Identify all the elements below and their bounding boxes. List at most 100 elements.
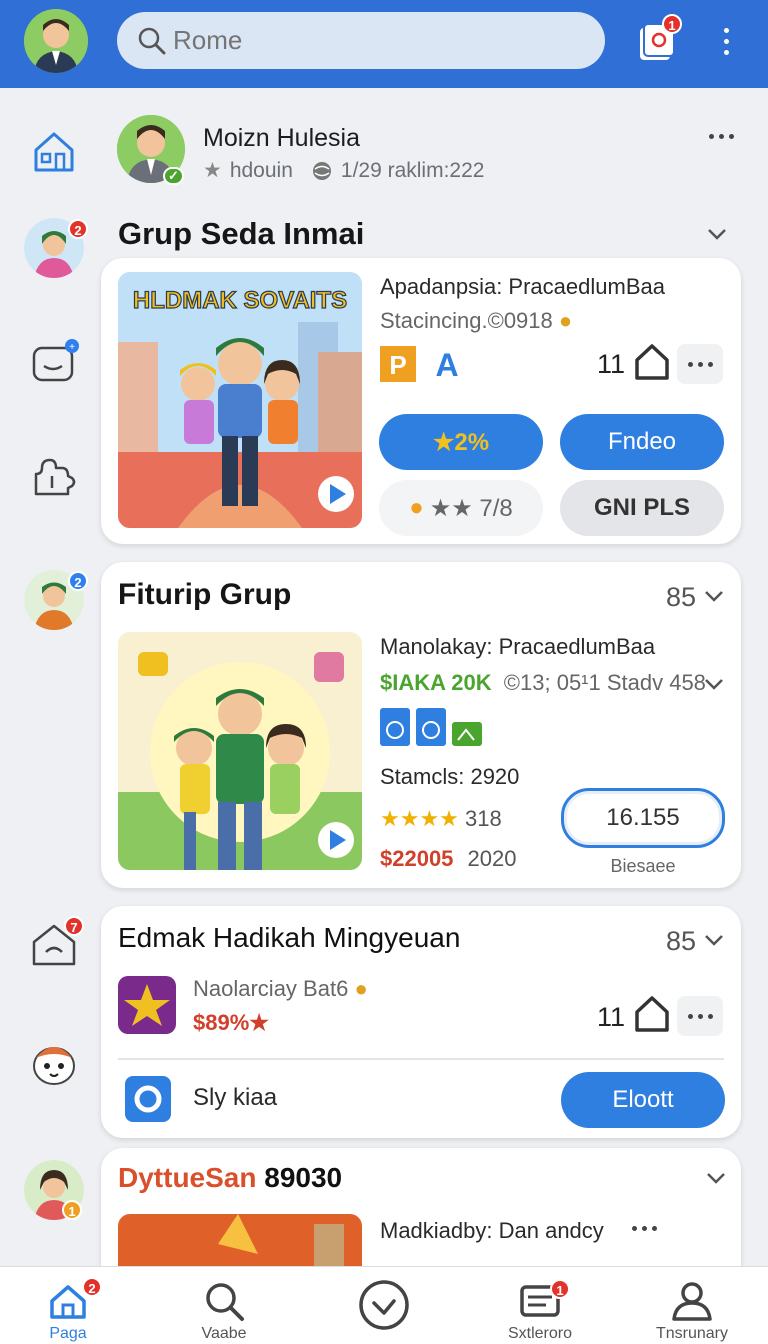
svg-text:A: A — [435, 347, 458, 382]
rail-badge-3: 7 — [64, 916, 84, 936]
bottom-nav: 2 Paga Vaabe 1 Sxtleroro Tnsrunary — [0, 1266, 768, 1344]
post-line-2: Stacincing.©0918 ● — [380, 308, 573, 333]
svg-text:P: P — [389, 350, 406, 380]
section-count-2: 85 — [666, 582, 697, 612]
rail-chat[interactable]: + — [24, 334, 84, 394]
rating-summary-button[interactable]: ● ★★ 7/8 — [379, 480, 543, 536]
nav-label: Paga — [49, 1325, 87, 1342]
post-line-1: Apadanpsia: PracaedlumBaa — [380, 274, 665, 299]
pet-face-icon — [33, 1047, 75, 1085]
nav-home[interactable]: 2 Paga — [8, 1267, 128, 1344]
tag-icons — [380, 708, 482, 746]
globe-icon — [312, 161, 331, 180]
chevron-down-icon[interactable] — [704, 1166, 728, 1190]
rail-badge-1: 2 — [68, 219, 88, 239]
post-card-1: HLDMAK SOVAITS Apadanpsia: PracaedlumBaa… — [101, 258, 741, 544]
post-price-red: $22005 2020 — [380, 846, 517, 871]
rail-home[interactable] — [24, 122, 84, 182]
profile-more-button[interactable] — [706, 126, 736, 146]
price-green: $IAKA 20K — [380, 670, 492, 695]
nav-search[interactable]: Vaabe — [164, 1267, 284, 1344]
user-avatar[interactable] — [24, 9, 88, 73]
profile-meta: ★ hdouin 1/29 raklim:222 — [203, 158, 484, 183]
post-line-1: Naolarciay Bat6 ● — [193, 976, 368, 1001]
notifications-button[interactable]: 1 — [636, 14, 682, 64]
profile-stats: 1/29 raklim:222 — [340, 158, 485, 182]
nav-badge: 1 — [550, 1279, 570, 1299]
nav-label: Vaabe — [201, 1325, 247, 1342]
divider — [118, 1058, 724, 1060]
tag-green-icon — [452, 722, 482, 746]
chevron-down-icon[interactable] — [702, 672, 726, 696]
post-card-3: Edmak Hadikah Mingyeuan 85 Naolarciay Ba… — [101, 906, 741, 1138]
section-count-3: 85 — [666, 926, 697, 956]
post-price-line: $IAKA 20K ©13; 05¹1 Stadv 458 — [380, 670, 706, 695]
search-input[interactable] — [173, 25, 573, 56]
person-icon — [672, 1282, 712, 1321]
find-button[interactable]: Fndeo — [560, 414, 724, 470]
more-button[interactable] — [677, 344, 723, 384]
section-title-3: Edmak Hadikah Mingyeuan — [118, 922, 461, 953]
value-button[interactable]: 16.155 — [561, 788, 725, 848]
p-badge-icon: P — [380, 346, 416, 382]
notification-badge: 1 — [662, 14, 682, 34]
home-outline-icon[interactable] — [633, 342, 671, 382]
post-thumbnail-1[interactable]: HLDMAK SOVAITS — [118, 272, 362, 528]
post-card-2: Fiturip Grup 85 Manolakay: PracaedlumBaa… — [101, 562, 741, 888]
star-icon: ★ — [203, 159, 222, 182]
elect-button[interactable]: Eloott — [561, 1072, 725, 1128]
nav-check[interactable] — [324, 1267, 444, 1344]
rail-badge-2: 2 — [68, 571, 88, 591]
section-title-2: Fiturip Grup — [118, 578, 292, 611]
nav-badge: 2 — [82, 1277, 102, 1297]
post-thumbnail-2[interactable] — [118, 632, 362, 870]
section-title-1: Grup Seda Inmai — [118, 216, 365, 251]
app-small-icon[interactable] — [125, 1076, 173, 1122]
puzzle-icon — [34, 458, 76, 496]
gni-button[interactable]: GNI PLS — [560, 480, 724, 536]
svg-text:+: + — [69, 342, 75, 353]
tag-blue-icon — [380, 708, 410, 746]
post-line-1: Madkiadby: Dan andcy — [380, 1218, 604, 1243]
check-circle-icon — [359, 1280, 409, 1330]
section-title-4: DyttueSan 89030 — [118, 1162, 343, 1193]
search-bar[interactable] — [117, 12, 605, 69]
overflow-menu-button[interactable] — [714, 28, 738, 58]
post-rating: ★★★★ 318 — [380, 806, 502, 831]
post-line-1: Manolakay: PracaedlumBaa — [380, 634, 656, 659]
nav-messages[interactable]: 1 Sxtleroro — [480, 1267, 600, 1344]
app-icon[interactable] — [118, 976, 176, 1034]
emoji-icon: ● — [354, 976, 368, 1001]
profile-name: Moizn Hulesia — [203, 124, 361, 152]
search-icon — [138, 27, 166, 54]
chevron-down-icon[interactable] — [702, 584, 726, 608]
home-icon — [34, 132, 74, 172]
online-indicator: ✓ — [163, 167, 184, 185]
rail-puzzle[interactable] — [24, 448, 84, 508]
more-button[interactable] — [629, 1218, 659, 1238]
rail-pet[interactable] — [24, 1032, 84, 1092]
chat-icon: + — [32, 339, 79, 382]
emoji-icon: ● — [558, 308, 573, 333]
tag-blue-icon — [416, 708, 446, 746]
chevron-down-icon[interactable] — [705, 222, 729, 246]
nav-label: Sxtleroro — [507, 1325, 573, 1342]
more-button[interactable] — [677, 996, 723, 1036]
rail-badge-4: 1 — [62, 1200, 82, 1220]
top-bar: 1 — [0, 0, 768, 88]
post-price-red: $89%★ — [193, 1010, 269, 1035]
post-line-3: Stamcls: 2920 — [380, 764, 520, 789]
like-count: 11 — [597, 1002, 626, 1032]
profile-handle: hdouin — [229, 158, 293, 182]
search-icon — [206, 1283, 244, 1321]
row-label: Sly kiaa — [193, 1084, 278, 1111]
chevron-down-icon[interactable] — [702, 928, 726, 952]
nav-label: Tnsrunary — [655, 1325, 729, 1342]
emoji-icon: ● — [409, 494, 424, 521]
a-badge-icon: A — [435, 347, 458, 382]
button-caption: Biesaee — [610, 856, 676, 876]
thumbnail-title-text: HLDMAK SOVAITS — [133, 287, 347, 314]
rating-pill-button[interactable]: ★2% — [379, 414, 543, 470]
home-outline-icon[interactable] — [633, 994, 671, 1034]
nav-profile[interactable]: Tnsrunary — [632, 1267, 752, 1344]
